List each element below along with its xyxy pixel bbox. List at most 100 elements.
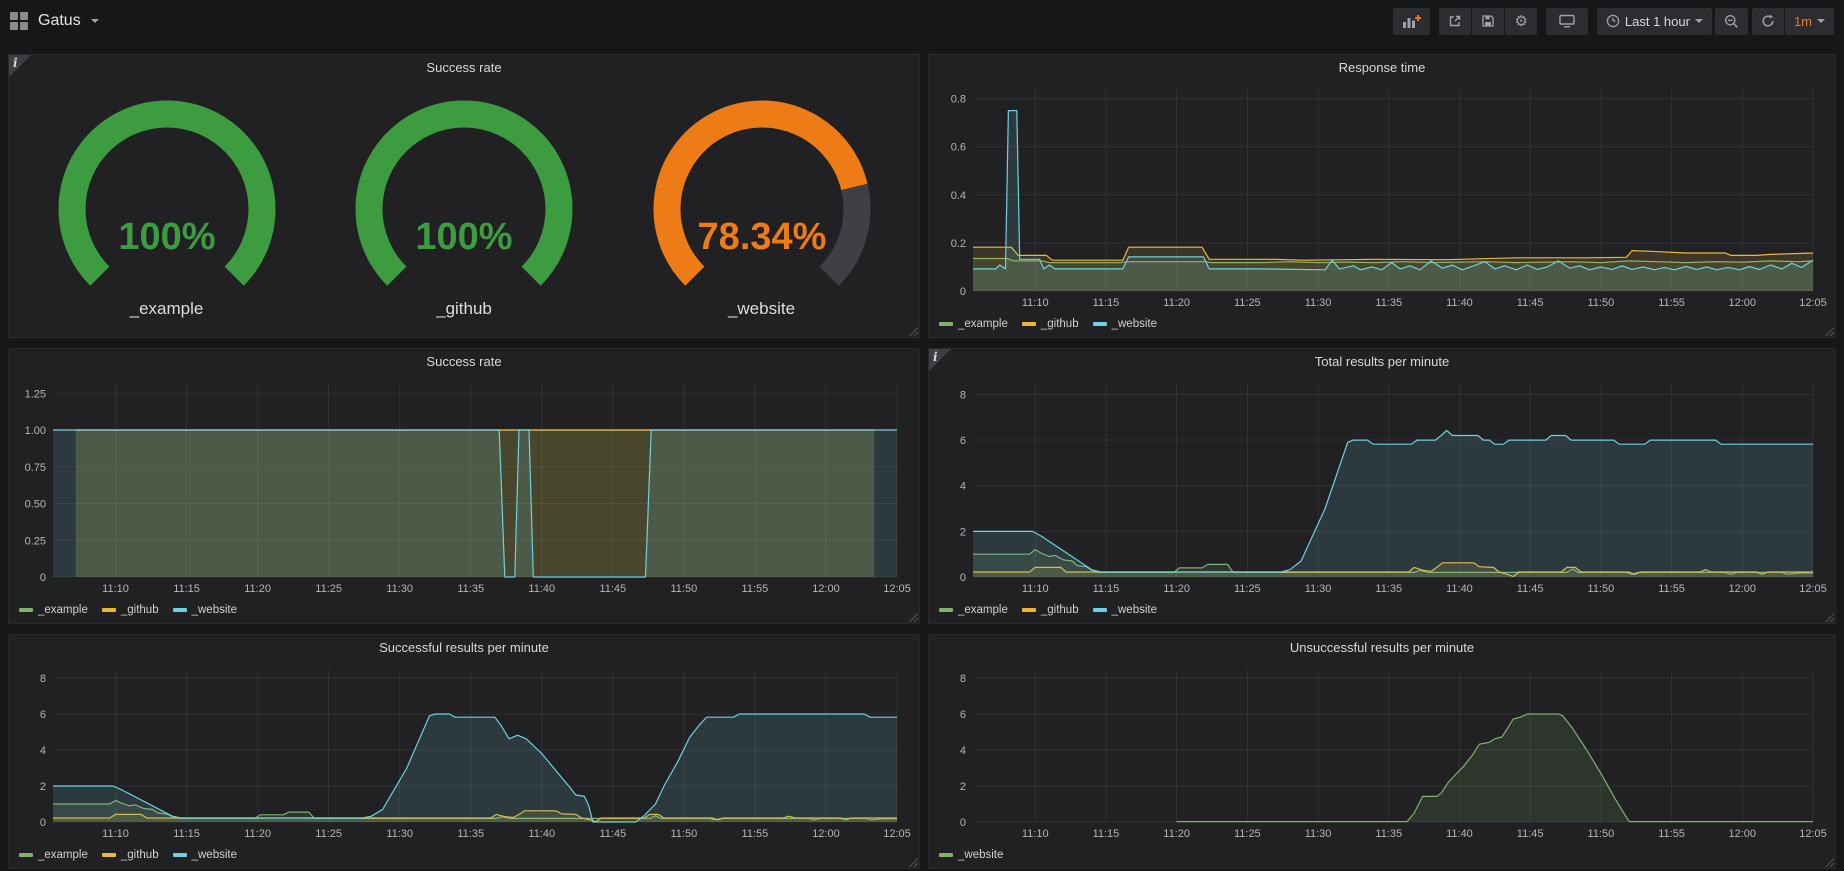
panel-unsuccessful-results: Unsuccessful results per minute 11:1011:…	[928, 634, 1836, 869]
share-icon	[1448, 14, 1462, 28]
dashboard-grid-icon[interactable]	[10, 12, 28, 30]
clock-icon	[1606, 14, 1620, 28]
svg-text:11:35: 11:35	[1375, 297, 1402, 309]
success-rate-gauges: 100%_example100%_github78.34%_website	[9, 81, 919, 333]
legend-item-_website[interactable]: _website	[173, 604, 237, 616]
svg-text:12:05: 12:05	[1799, 297, 1827, 309]
resize-handle[interactable]	[1824, 612, 1834, 622]
svg-text:11:25: 11:25	[315, 828, 342, 840]
successful-results-chart[interactable]: 11:1011:1511:2011:2511:3011:3511:4011:45…	[13, 661, 913, 842]
refresh-interval-label: 1m	[1794, 14, 1812, 29]
svg-text:0: 0	[960, 286, 966, 298]
legend-item-_website[interactable]: _website	[939, 849, 1003, 861]
legend-item-_website[interactable]: _website	[1093, 604, 1157, 616]
unsuccessful-results-per-minute-svg: 11:1011:1511:2011:2511:3011:3511:4011:45…	[933, 661, 1829, 842]
svg-text:0.8: 0.8	[951, 94, 966, 106]
svg-text:11:25: 11:25	[1234, 297, 1261, 309]
resize-handle[interactable]	[1824, 857, 1834, 867]
svg-text:2: 2	[40, 781, 46, 793]
panel-title[interactable]: Response time	[929, 55, 1835, 81]
svg-text:11:55: 11:55	[1658, 828, 1685, 840]
svg-text:11:20: 11:20	[244, 828, 271, 840]
legend-item-_example[interactable]: _example	[939, 318, 1008, 330]
resize-handle[interactable]	[908, 326, 918, 336]
svg-text:8: 8	[40, 673, 46, 685]
svg-text:2: 2	[960, 526, 966, 538]
legend-item-_website[interactable]: _website	[1093, 318, 1157, 330]
add-panel-button[interactable]	[1393, 8, 1430, 35]
info-corner-icon[interactable]: i	[929, 349, 951, 371]
response-time-chart[interactable]: 11:1011:1511:2011:2511:3011:3511:4011:45…	[933, 81, 1829, 311]
legend-label: _website	[192, 849, 237, 861]
legend-item-_github[interactable]: _github	[1022, 318, 1079, 330]
panel-title[interactable]: Total results per minute	[929, 349, 1835, 375]
svg-text:1.25: 1.25	[25, 388, 46, 400]
refresh-button[interactable]	[1752, 8, 1784, 35]
svg-text:11:50: 11:50	[671, 828, 698, 840]
resize-handle[interactable]	[908, 612, 918, 622]
svg-text:11:25: 11:25	[315, 583, 342, 595]
legend-item-_example[interactable]: _example	[19, 849, 88, 861]
legend-color-icon	[102, 853, 116, 857]
successful-results-legend: _example _github _website	[19, 844, 913, 866]
grafana-dashboard: Gatus	[0, 0, 1844, 871]
svg-text:11:30: 11:30	[386, 583, 413, 595]
success-rate-chart[interactable]: 11:1011:1511:2011:2511:3011:3511:4011:45…	[13, 375, 913, 597]
total-results-chart[interactable]: 11:1011:1511:2011:2511:3011:3511:4011:45…	[933, 375, 1829, 597]
legend-label: _website	[192, 604, 237, 616]
svg-text:11:20: 11:20	[244, 583, 271, 595]
legend-color-icon	[1022, 322, 1036, 326]
svg-text:2: 2	[960, 781, 966, 793]
svg-text:12:05: 12:05	[1799, 583, 1827, 595]
svg-text:11:55: 11:55	[742, 828, 769, 840]
svg-text:6: 6	[960, 709, 966, 721]
svg-text:12:05: 12:05	[883, 828, 911, 840]
settings-button[interactable]: ⚙	[1505, 8, 1536, 35]
gauge-label: _github	[436, 299, 492, 319]
total-results-legend: _example _github _website	[939, 599, 1829, 621]
save-button[interactable]	[1472, 8, 1504, 35]
legend-label: _example	[958, 318, 1008, 330]
panel-title[interactable]: Success rate	[9, 349, 919, 375]
share-button[interactable]	[1439, 8, 1471, 35]
panel-total-results: i Total results per minute 11:1011:1511:…	[928, 348, 1836, 624]
gauge-value: 78.34%	[697, 216, 826, 258]
save-icon	[1481, 14, 1495, 28]
gauge-_github: 100%_github	[324, 95, 604, 319]
legend-color-icon	[1022, 608, 1036, 612]
svg-text:11:10: 11:10	[102, 583, 129, 595]
svg-text:11:45: 11:45	[1517, 583, 1544, 595]
svg-text:11:10: 11:10	[102, 828, 129, 840]
svg-text:11:50: 11:50	[671, 583, 698, 595]
legend-color-icon	[1093, 322, 1107, 326]
success-rate-series-svg: 11:1011:1511:2011:2511:3011:3511:4011:45…	[13, 375, 913, 597]
legend-item-_example[interactable]: _example	[19, 604, 88, 616]
svg-text:11:40: 11:40	[528, 583, 555, 595]
dashboard-title[interactable]: Gatus	[38, 12, 81, 30]
refresh-interval-picker[interactable]: 1m	[1785, 8, 1834, 35]
panel-title[interactable]: Unsuccessful results per minute	[929, 635, 1835, 661]
info-corner-icon[interactable]: i	[9, 55, 31, 77]
chevron-down-icon	[1817, 19, 1825, 23]
legend-item-_github[interactable]: _github	[1022, 604, 1079, 616]
zoom-out-button[interactable]	[1715, 8, 1748, 35]
tv-mode-button[interactable]	[1546, 8, 1588, 35]
legend-item-_example[interactable]: _example	[939, 604, 1008, 616]
legend-item-_github[interactable]: _github	[102, 849, 159, 861]
time-range-picker[interactable]: Last 1 hour	[1597, 8, 1712, 35]
legend-item-_github[interactable]: _github	[102, 604, 159, 616]
svg-text:11:30: 11:30	[1305, 583, 1332, 595]
legend-item-_website[interactable]: _website	[173, 849, 237, 861]
resize-handle[interactable]	[908, 857, 918, 867]
resize-handle[interactable]	[1824, 326, 1834, 336]
panel-title[interactable]: Success rate	[9, 55, 919, 81]
svg-text:11:45: 11:45	[1517, 828, 1544, 840]
unsuccessful-results-chart[interactable]: 11:1011:1511:2011:2511:3011:3511:4011:45…	[933, 661, 1829, 842]
svg-text:11:50: 11:50	[1588, 583, 1615, 595]
legend-label: _example	[38, 849, 88, 861]
svg-text:11:25: 11:25	[1234, 828, 1261, 840]
svg-text:8: 8	[960, 673, 966, 685]
svg-text:11:30: 11:30	[1305, 828, 1332, 840]
panel-title[interactable]: Successful results per minute	[9, 635, 919, 661]
svg-text:0.6: 0.6	[951, 142, 966, 154]
